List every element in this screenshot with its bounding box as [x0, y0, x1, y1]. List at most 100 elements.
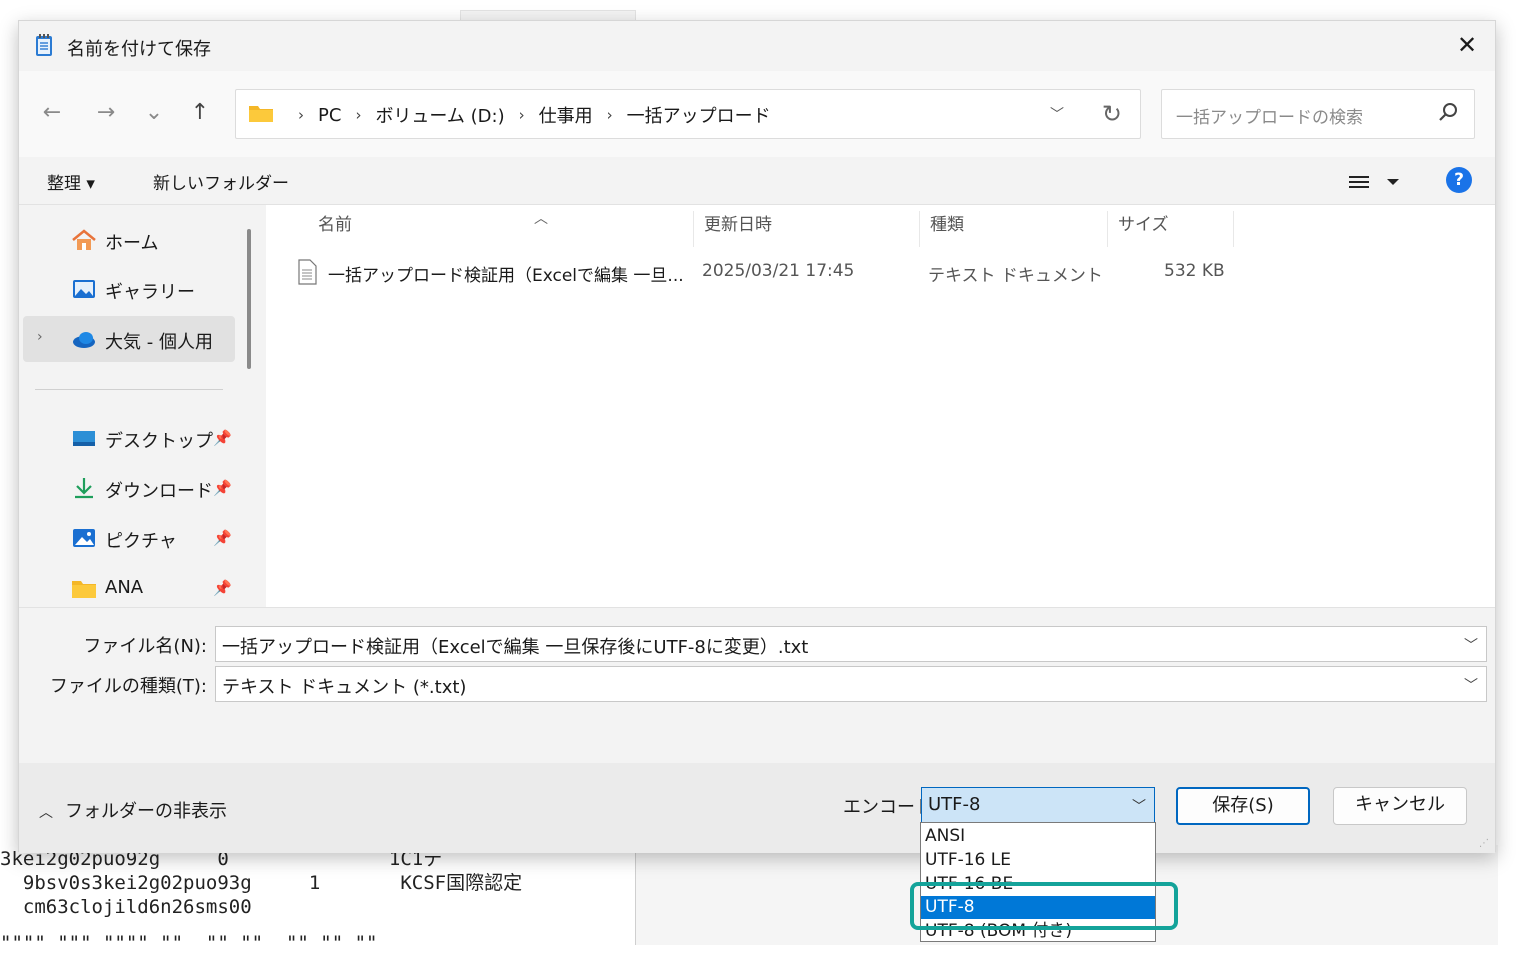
column-header-label: 種類 — [930, 215, 964, 235]
breadcrumb-separator: › — [606, 106, 613, 124]
command-bar: 整理 ▾ 新しいフォルダー ? — [19, 157, 1495, 205]
chevron-down-icon[interactable]: ﹀ — [1464, 635, 1478, 655]
breadcrumb: › PC › ボリューム (D:) › 仕事用 › 一括アップロード — [284, 102, 771, 128]
breadcrumb-work[interactable]: 仕事用 — [539, 102, 593, 128]
sidebar-item-desktop[interactable]: デスクトップ 📌 — [23, 415, 235, 461]
sort-ascending-icon: ︿ — [534, 211, 548, 227]
search-box[interactable]: 一括アップロードの検索 — [1161, 89, 1475, 139]
search-icon[interactable] — [1438, 102, 1458, 122]
encoding-value: UTF-8 — [928, 794, 981, 815]
pin-icon[interactable]: 📌 — [213, 579, 232, 597]
breadcrumb-separator: › — [298, 106, 304, 124]
sidebar-item-label: ANA — [105, 577, 144, 598]
close-icon[interactable]: ✕ — [1453, 31, 1481, 59]
breadcrumb-separator: › — [355, 106, 362, 124]
sidebar-item-home[interactable]: ホーム — [23, 217, 235, 263]
background-text-area: 3kei2g02puo92g 0 1C1テ 9bsv0s3kei2g02puo9… — [0, 845, 636, 945]
column-header-type[interactable]: 種類 — [920, 211, 1108, 247]
sidebar-item-pictures[interactable]: ピクチャ 📌 — [23, 515, 235, 561]
filename-input[interactable]: 一括アップロード検証用（Excelで編集 一旦保存後にUTF-8に変更）.txt… — [215, 626, 1487, 662]
dialog-footer: ︿ フォルダーの非表示 エンコード: UTF-8 ﹀ 保存(S) キャンセル ⋰ — [19, 763, 1495, 853]
navigation-bar: ← → ⌄ ↑ › PC › ボリューム (D:) › 仕事用 › 一括アップロ… — [19, 71, 1495, 157]
chevron-right-icon[interactable]: › — [37, 329, 43, 345]
onedrive-cloud-icon — [73, 332, 95, 348]
forward-arrow-icon[interactable]: → — [91, 98, 121, 128]
chevron-down-icon[interactable]: ﹀ — [1464, 675, 1478, 695]
sidebar-divider — [35, 389, 223, 390]
folder-icon — [72, 581, 96, 598]
column-header-modified[interactable]: 更新日時 — [694, 211, 920, 247]
gallery-icon — [73, 280, 95, 298]
pin-icon[interactable]: 📌 — [213, 429, 232, 447]
cancel-button[interactable]: キャンセル — [1333, 787, 1467, 825]
sidebar-item-gallery[interactable]: ギャラリー — [23, 266, 235, 312]
organize-button[interactable]: 整理 ▾ — [47, 169, 95, 194]
column-header-size[interactable]: サイズ — [1108, 211, 1234, 247]
save-as-dialog: 名前を付けて保存 ✕ ← → ⌄ ↑ › PC › ボリューム (D:) › 仕… — [18, 20, 1496, 853]
background-text-line: cm63clojild6n26sms00 — [0, 896, 252, 918]
text-file-icon — [298, 259, 317, 285]
encoding-select[interactable]: UTF-8 ﹀ — [921, 787, 1155, 823]
encoding-option-utf16le[interactable]: UTF-16 LE — [921, 849, 1155, 872]
file-type: テキスト ドキュメント — [928, 266, 1103, 286]
background-text-line: """" """ """" "" "" "" "" "" "" — [0, 932, 378, 945]
breadcrumb-bulk-upload[interactable]: 一括アップロード — [627, 102, 771, 128]
hide-folders-button[interactable]: ︿ フォルダーの非表示 — [39, 797, 227, 823]
file-name: 一括アップロード検証用（Excelで編集 一旦... — [328, 266, 684, 286]
file-list: ︿ 名前 更新日時 種類 サイズ 一括アップロード検証用（Excelで編集 一旦… — [266, 205, 1495, 607]
save-button[interactable]: 保存(S) — [1176, 787, 1310, 825]
address-bar[interactable]: › PC › ボリューム (D:) › 仕事用 › 一括アップロード ﹀ ↻ — [235, 89, 1141, 139]
pictures-icon — [73, 529, 95, 547]
filename-value: 一括アップロード検証用（Excelで編集 一旦保存後にUTF-8に変更）.txt — [222, 637, 809, 658]
column-header-label: 名前 — [318, 215, 352, 235]
chevron-up-icon: ︿ — [39, 805, 53, 821]
sidebar-item-label: デスクトップ — [105, 431, 213, 452]
refresh-icon[interactable]: ↻ — [1102, 100, 1122, 128]
chevron-down-icon[interactable]: ﹀ — [1050, 104, 1064, 124]
desktop-icon — [73, 431, 95, 446]
breadcrumb-separator: › — [518, 106, 525, 124]
sidebar-scrollbar[interactable] — [247, 229, 251, 369]
background-text-line: 9bsv0s3kei2g02puo93g 1 KCSF国際認定 — [0, 872, 523, 894]
up-arrow-icon[interactable]: ↑ — [185, 98, 215, 128]
sidebar-item-downloads[interactable]: ダウンロード 📌 — [23, 465, 235, 511]
pin-icon[interactable]: 📌 — [213, 529, 232, 547]
help-icon[interactable]: ? — [1446, 167, 1472, 193]
file-row[interactable]: 一括アップロード検証用（Excelで編集 一旦... 2025/03/21 17… — [296, 255, 1246, 291]
notepad-icon — [36, 34, 52, 56]
download-arrow-icon — [75, 478, 93, 499]
file-size: 532 KB — [1164, 261, 1225, 281]
sidebar-item-label: 大気 - 個人用 — [105, 332, 213, 353]
hide-folders-label: フォルダーの非表示 — [65, 801, 227, 822]
folder-icon — [249, 106, 273, 122]
column-header-label: サイズ — [1118, 215, 1169, 235]
column-header-name[interactable]: ︿ 名前 — [308, 211, 694, 247]
filename-label: ファイル名(N): — [83, 636, 207, 657]
navigation-pane: ホーム ギャラリー › 大気 - 個人用 デスクトップ 📌 ダウンロード 📌 ピ… — [19, 205, 266, 607]
resize-grip-icon[interactable]: ⋰ — [1479, 838, 1489, 849]
home-icon — [72, 229, 96, 250]
breadcrumb-volume-d[interactable]: ボリューム (D:) — [375, 102, 504, 128]
filetype-select[interactable]: テキスト ドキュメント (*.txt) ﹀ — [215, 666, 1487, 702]
sidebar-item-label: ギャラリー — [105, 282, 195, 303]
back-arrow-icon[interactable]: ← — [37, 98, 67, 128]
encoding-option-ansi[interactable]: ANSI — [921, 825, 1155, 848]
sidebar-item-ana[interactable]: ANA 📌 — [23, 565, 235, 607]
breadcrumb-pc[interactable]: PC — [318, 105, 341, 126]
search-placeholder: 一括アップロードの検索 — [1176, 108, 1363, 128]
pin-icon[interactable]: 📌 — [213, 479, 232, 497]
file-modified: 2025/03/21 17:45 — [702, 261, 855, 281]
chevron-down-icon[interactable]: ﹀ — [1132, 796, 1146, 816]
view-options-icon[interactable] — [1341, 169, 1401, 195]
dialog-title: 名前を付けて保存 — [67, 39, 211, 60]
new-folder-button[interactable]: 新しいフォルダー — [153, 169, 289, 194]
annotation-highlight-box — [910, 882, 1178, 930]
column-header-label: 更新日時 — [704, 215, 772, 235]
recent-locations-chevron-icon[interactable]: ⌄ — [139, 98, 169, 128]
sidebar-item-label: ダウンロード — [105, 481, 213, 502]
filetype-label: ファイルの種類(T): — [49, 676, 207, 697]
dialog-titlebar: 名前を付けて保存 ✕ — [19, 21, 1495, 71]
sidebar-item-label: ピクチャ — [105, 531, 177, 552]
sidebar-item-label: ホーム — [105, 233, 159, 254]
sidebar-item-onedrive[interactable]: › 大気 - 個人用 — [23, 316, 235, 362]
